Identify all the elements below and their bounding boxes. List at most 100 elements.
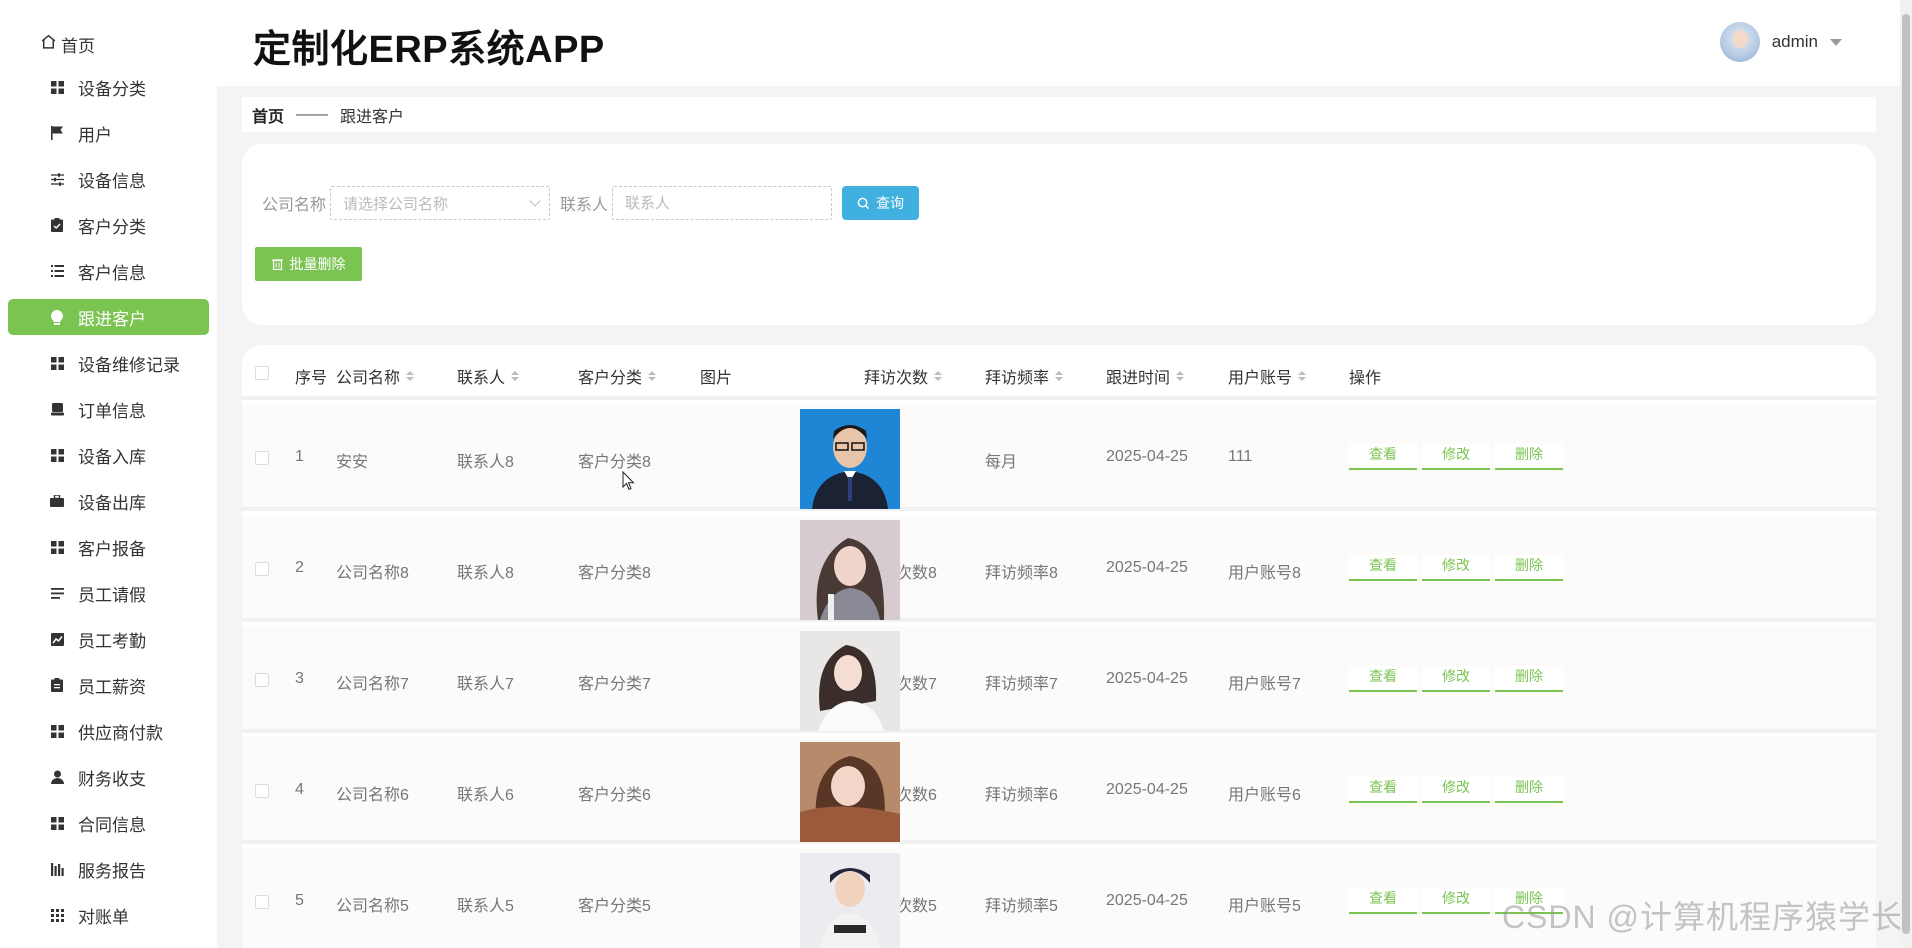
breadcrumb-current: 跟进客户 — [340, 108, 405, 126]
delete-button[interactable]: 删除 — [1495, 666, 1563, 692]
cell-account: 用户账号6 — [1228, 787, 1301, 804]
view-button[interactable]: 查看 — [1349, 777, 1417, 803]
sort-icon[interactable] — [406, 371, 415, 381]
edit-button[interactable]: 修改 — [1422, 666, 1490, 692]
cell-index: 5 — [295, 892, 304, 909]
table-row: 3 公司名称7 联系人7 客户分类7 拜访次数7 拜访频率7 2025-04-25 用户账号7… — [242, 626, 1876, 733]
sidebar-item-label: 客户分类 — [78, 217, 146, 237]
row-checkbox[interactable] — [255, 451, 269, 465]
sidebar-item-label: 客户信息 — [78, 263, 146, 283]
sidebar-item-14[interactable]: 供应商付款 — [8, 713, 209, 749]
edit-button[interactable]: 修改 — [1422, 555, 1490, 581]
sidebar-item-3[interactable]: 客户分类 — [8, 207, 209, 243]
cell-category: 客户分类6 — [578, 787, 651, 804]
customer-photo[interactable] — [800, 520, 900, 620]
column-header-2[interactable]: 联系人 — [457, 364, 520, 388]
sidebar-item-label: 设备维修记录 — [78, 355, 180, 375]
breadcrumb: 首页 —— 跟进客户 — [242, 97, 1876, 132]
sort-icon[interactable] — [934, 371, 943, 381]
sidebar-item-4[interactable]: 客户信息 — [8, 253, 209, 289]
cell-contact: 联系人7 — [457, 676, 514, 693]
query-button-label: 查询 — [876, 195, 905, 211]
briefcase-icon — [50, 494, 64, 508]
delete-button[interactable]: 删除 — [1495, 555, 1563, 581]
cell-frequency: 拜访频率8 — [985, 565, 1058, 582]
column-header-8[interactable]: 用户账号 — [1228, 364, 1307, 388]
sidebar-item-11[interactable]: 员工请假 — [8, 575, 209, 611]
app-title: 定制化ERP系统APP — [253, 29, 605, 71]
grid-icon — [50, 80, 64, 94]
page-scrollbar[interactable] — [1900, 0, 1912, 948]
row-checkbox[interactable] — [255, 673, 269, 687]
sidebar-item-7[interactable]: 订单信息 — [8, 391, 209, 427]
contact-input[interactable] — [612, 186, 833, 220]
select-all-checkbox[interactable] — [255, 366, 269, 380]
sidebar-item-1[interactable]: 用户 — [8, 115, 209, 151]
sidebar-item-6[interactable]: 设备维修记录 — [8, 345, 209, 381]
breadcrumb-home[interactable]: 首页 — [252, 103, 284, 127]
cell-frequency: 拜访频率5 — [985, 898, 1058, 915]
delete-button[interactable]: 删除 — [1495, 444, 1563, 470]
row-checkbox[interactable] — [255, 562, 269, 576]
batch-delete-button[interactable]: 批量删除 — [255, 247, 362, 281]
sort-icon[interactable] — [1055, 371, 1064, 381]
sort-icon[interactable] — [648, 371, 657, 381]
edit-button[interactable]: 修改 — [1422, 888, 1490, 914]
sidebar-item-15[interactable]: 财务收支 — [8, 759, 209, 795]
sidebar-item-2[interactable]: 设备信息 — [8, 161, 209, 197]
customer-photo[interactable] — [800, 631, 900, 731]
column-header-5[interactable]: 拜访次数 — [864, 364, 943, 388]
cell-company: 公司名称6 — [336, 787, 409, 804]
search-row: 公司名称 请选择公司名称 联系人 查询 — [262, 186, 920, 220]
sidebar-item-12[interactable]: 员工考勤 — [8, 621, 209, 657]
sidebar-item-5[interactable]: 跟进客户 — [8, 299, 209, 335]
edit-button[interactable]: 修改 — [1422, 777, 1490, 803]
user-menu[interactable]: admin — [1719, 20, 1842, 64]
search-panel: 公司名称 请选择公司名称 联系人 查询 批量删除 — [242, 144, 1876, 325]
sidebar-item-18[interactable]: 对账单 — [8, 897, 209, 933]
row-checkbox[interactable] — [255, 895, 269, 909]
cell-frequency: 拜访频率6 — [985, 787, 1058, 804]
sort-icon[interactable] — [1298, 371, 1307, 381]
sidebar-item-10[interactable]: 客户报备 — [8, 529, 209, 565]
column-header-0: 序号 — [295, 364, 327, 388]
scrollbar-thumb[interactable] — [1902, 14, 1910, 934]
view-button[interactable]: 查看 — [1349, 444, 1417, 470]
cell-category: 客户分类7 — [578, 676, 651, 693]
column-header-label: 序号 — [295, 370, 328, 387]
sidebar-item-13[interactable]: 员工薪资 — [8, 667, 209, 703]
row-checkbox[interactable] — [255, 784, 269, 798]
sidebar-home[interactable]: 首页 — [40, 30, 95, 58]
sort-icon[interactable] — [511, 371, 520, 381]
customer-photo[interactable] — [800, 409, 900, 509]
view-button[interactable]: 查看 — [1349, 888, 1417, 914]
sidebar-item-label: 用户 — [78, 125, 112, 145]
sidebar-item-8[interactable]: 设备入库 — [8, 437, 209, 473]
delete-button[interactable]: 删除 — [1495, 777, 1563, 803]
chart-icon — [50, 632, 64, 646]
view-button[interactable]: 查看 — [1349, 555, 1417, 581]
customer-photo[interactable] — [800, 853, 900, 948]
sidebar-item-16[interactable]: 合同信息 — [8, 805, 209, 841]
sort-icon[interactable] — [1176, 371, 1185, 381]
column-header-label: 联系人 — [457, 370, 506, 387]
column-header-3[interactable]: 客户分类 — [578, 364, 657, 388]
customer-photo[interactable] — [800, 742, 900, 842]
cell-contact: 联系人6 — [457, 787, 514, 804]
view-button[interactable]: 查看 — [1349, 666, 1417, 692]
edit-button[interactable]: 修改 — [1422, 444, 1490, 470]
column-header-7[interactable]: 跟进时间 — [1106, 364, 1185, 388]
sidebar-item-9[interactable]: 设备出库 — [8, 483, 209, 519]
cell-category: 客户分类5 — [578, 898, 651, 915]
sidebar-item-0[interactable]: 设备分类 — [8, 69, 209, 105]
query-button[interactable]: 查询 — [842, 186, 920, 220]
sidebar-item-17[interactable]: 服务报告 — [8, 851, 209, 887]
chevron-down-icon — [529, 195, 541, 207]
mouse-cursor-icon — [622, 471, 635, 491]
cell-time: 2025-04-25 — [1106, 670, 1188, 687]
column-header-1[interactable]: 公司名称 — [336, 364, 415, 388]
table-row: 1安安联系人8客户分类812每月2025-04-25111查看修改删除 — [242, 404, 1876, 511]
column-header-6[interactable]: 拜访频率 — [985, 364, 1064, 388]
clipboard-icon — [50, 678, 64, 692]
company-select[interactable]: 请选择公司名称 — [330, 186, 551, 220]
